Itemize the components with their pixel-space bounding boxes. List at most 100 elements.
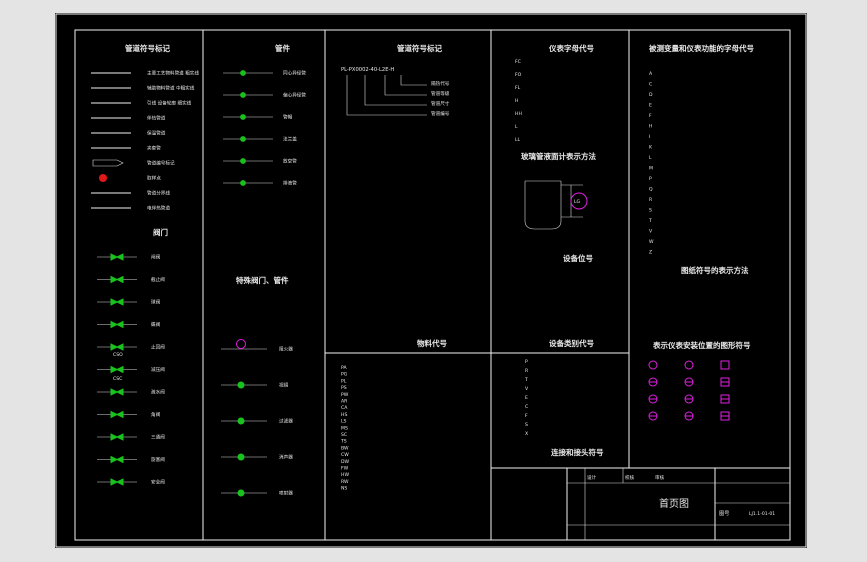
measured-letter: K — [649, 145, 653, 151]
valve-mark: CSC — [113, 376, 122, 382]
valve-icon — [110, 410, 124, 419]
material-code: TS — [340, 439, 347, 445]
material-code: PA — [341, 365, 347, 371]
measured-letter: F — [649, 113, 652, 119]
special-label: 视镜 — [279, 382, 289, 389]
special-label: 阻火器 — [279, 346, 293, 353]
valve-label: 三通阀 — [151, 434, 165, 441]
valve-icon — [110, 478, 124, 486]
special-icon — [237, 453, 245, 461]
install-symbol-icon — [720, 360, 730, 370]
svg-text:管道等级: 管道等级 — [431, 90, 450, 97]
material-code: BW — [341, 445, 349, 451]
equipment-code: T — [524, 377, 528, 383]
valve-icon — [110, 298, 124, 306]
measured-letter: L — [649, 155, 652, 161]
valve-label: 闸阀 — [151, 254, 161, 261]
approve-label: 审核 — [655, 474, 665, 481]
pipeline-label: 取样点 — [147, 175, 161, 182]
material-code: PS — [341, 385, 347, 391]
valve-icon — [110, 455, 124, 464]
title-pipe-marking: 管道符号标记 — [397, 43, 442, 53]
instrument-letter: L — [515, 124, 518, 130]
pipeline-label: 主要工艺物料管道 粗实线 — [147, 70, 199, 77]
measured-letter: D — [649, 92, 653, 98]
valve-label: 减压阀 — [151, 366, 165, 373]
measured-letter: C — [649, 82, 652, 88]
title-pipeline: 管道符号标记 — [125, 43, 170, 53]
equipment-code: V — [525, 386, 529, 392]
valve-mark: CSO — [113, 352, 123, 358]
valve-icon — [110, 343, 124, 351]
pipe-code-sample: PL-PX0002-40-L2E-H — [341, 67, 394, 73]
fitting-icon — [240, 136, 246, 142]
flame-arrester-icon — [236, 339, 246, 349]
install-symbol-icon — [684, 360, 694, 370]
material-code: MS — [341, 425, 348, 431]
drawing-canvas: 管道符号标记 管件 管道符号标记 仪表字母代号 被测变量和仪表功能的字母代号 阀… — [55, 13, 807, 548]
valve-label: 疏水阀 — [151, 389, 165, 396]
material-code: PG — [341, 372, 348, 378]
pipeline-label: 辅助物料管道 中粗实线 — [147, 85, 195, 92]
valve-label: 安全阀 — [151, 479, 165, 486]
title-liquid-level: 玻璃管液面计表示方法 — [521, 151, 596, 161]
install-symbol-icon — [648, 360, 658, 370]
title-measured-letters: 被测变量和仪表功能的字母代号 — [649, 43, 754, 53]
svg-text:管道尺寸: 管道尺寸 — [431, 100, 450, 107]
valve-label: 球阀 — [151, 299, 161, 306]
equipment-code: C — [525, 404, 528, 410]
material-code: PW — [341, 392, 349, 398]
pipeline-label: 管道分界线 — [147, 190, 170, 197]
equipment-code: R — [525, 368, 529, 374]
fitting-label: 管帽 — [283, 114, 293, 121]
special-label: 消声器 — [279, 454, 293, 461]
title-special-valves: 特殊阀门、管件 — [236, 275, 289, 285]
measured-letter: R — [649, 197, 653, 203]
pipeline-label: 引线 设备轮廓 细实线 — [147, 100, 192, 107]
title-equipment-class: 设备类别代号 — [549, 338, 594, 348]
check-label: 校核 — [625, 474, 635, 481]
measured-letter: W — [649, 239, 654, 245]
material-code: NS — [341, 486, 347, 492]
valve-icon — [110, 253, 124, 261]
material-code: LS — [341, 419, 347, 425]
special-icon — [237, 489, 245, 497]
pipeline-label: 保温管道 — [147, 130, 166, 137]
fitting-icon — [240, 158, 246, 164]
drawing-name: 首页图 — [659, 497, 689, 510]
equipment-code: S — [525, 422, 528, 428]
pipeline-label: 管道编号标记 — [147, 160, 175, 167]
fitting-icon — [240, 180, 246, 186]
measured-letter: H — [649, 124, 652, 130]
measured-letter: A — [649, 71, 653, 77]
measured-letter: S — [649, 208, 652, 214]
measured-letter: E — [649, 103, 652, 109]
fitting-icon — [240, 70, 246, 76]
valve-icon — [110, 388, 124, 396]
valve-icon — [110, 365, 124, 374]
measured-letter: V — [649, 229, 653, 235]
title-fittings: 管件 — [275, 43, 290, 53]
fitting-label: 偏心异径管 — [283, 92, 306, 99]
drawing-no: LJ1.1-01-01 — [749, 511, 775, 517]
measured-letter: T — [648, 218, 652, 224]
instrument-letter: FO — [515, 72, 522, 78]
measured-letter: M — [649, 166, 653, 172]
drawing-no-label: 图号 — [719, 510, 729, 517]
special-icon — [237, 381, 245, 389]
material-code: CW — [341, 452, 349, 458]
fitting-icon — [240, 114, 246, 120]
valve-icon — [110, 320, 124, 329]
svg-text:管道编号: 管道编号 — [431, 110, 450, 117]
pipe-tag-symbol — [92, 159, 124, 167]
measured-letter: Q — [649, 187, 653, 193]
valve-label: 蝶阀 — [151, 321, 161, 328]
fitting-icon — [240, 92, 246, 98]
equipment-code: E — [525, 395, 528, 401]
material-code: HW — [341, 472, 349, 478]
material-code: RW — [341, 479, 349, 485]
cad-drawing-sheet[interactable]: 管道符号标记 管件 管道符号标记 仪表字母代号 被测变量和仪表功能的字母代号 阀… — [55, 13, 807, 548]
pipeline-label: 伴热管道 — [147, 115, 166, 122]
title-connection: 连接和接头符号 — [551, 447, 604, 457]
pipeline-label: 夹套管 — [147, 145, 161, 152]
